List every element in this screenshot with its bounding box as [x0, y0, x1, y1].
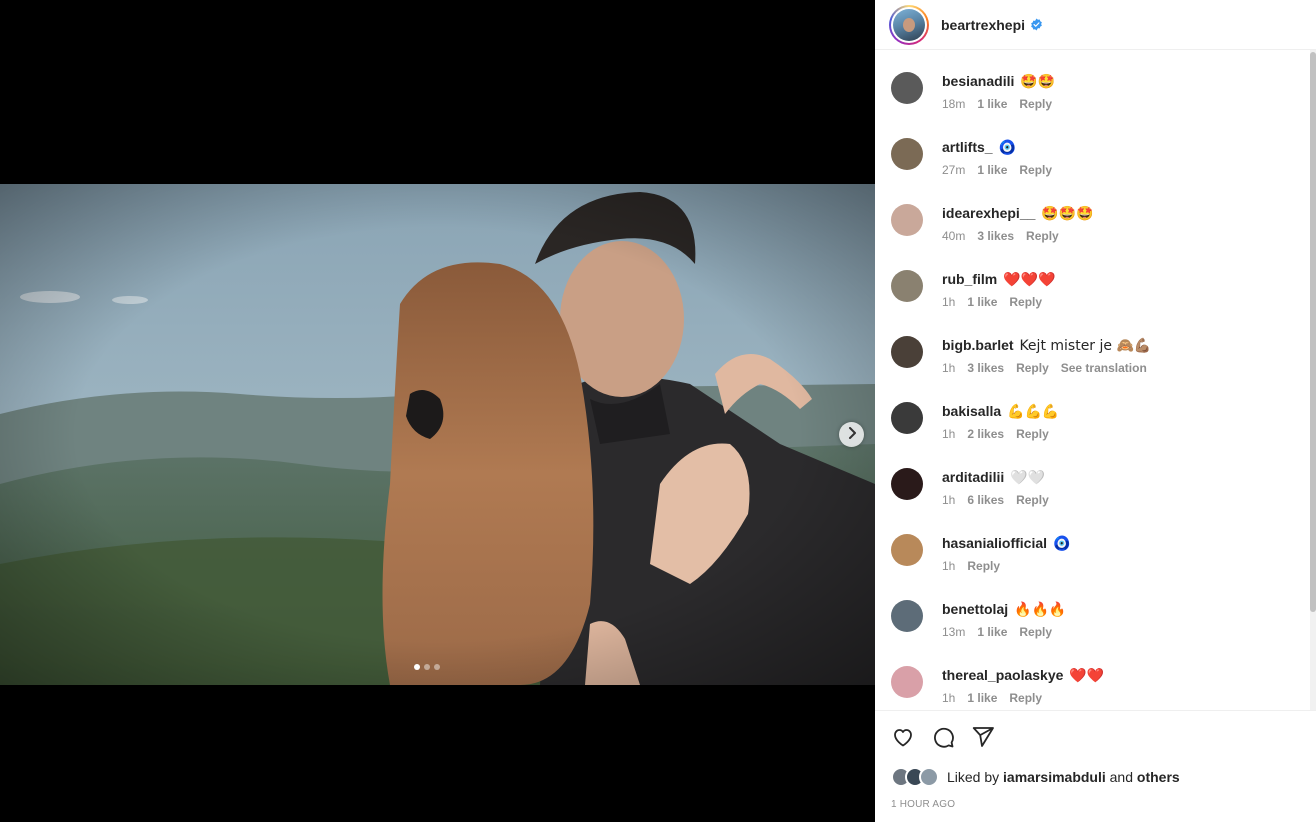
comment-row: hasanialiofficial 🧿 1h Reply	[891, 534, 1301, 594]
comment-time[interactable]: 1h	[942, 361, 955, 375]
reply-button[interactable]: Reply	[1019, 97, 1052, 111]
comment-speech-bubble-icon[interactable]	[931, 725, 955, 749]
comment-text: ❤️❤️❤️	[1003, 272, 1056, 288]
commenter-username[interactable]: bakisalla	[942, 403, 1001, 419]
commenter-username[interactable]: arditadilii	[942, 469, 1004, 485]
commenter-username[interactable]: bigb.barlet	[942, 337, 1014, 353]
reply-button[interactable]: Reply	[1009, 295, 1042, 309]
carousel-dot	[414, 664, 420, 670]
comment-likes[interactable]: 1 like	[977, 163, 1007, 177]
comment-time[interactable]: 27m	[942, 163, 965, 177]
commenter-avatar[interactable]	[891, 270, 923, 302]
verified-badge-icon	[1030, 18, 1043, 31]
commenter-avatar[interactable]	[891, 138, 923, 170]
comment-likes[interactable]: 3 likes	[967, 361, 1004, 375]
commenter-avatar[interactable]	[891, 468, 923, 500]
commenter-avatar[interactable]	[891, 402, 923, 434]
post-media-panel	[0, 0, 875, 822]
comment-text: 🤍🤍	[1010, 470, 1045, 486]
commenter-avatar[interactable]	[891, 336, 923, 368]
comment-likes[interactable]: 1 like	[967, 691, 997, 705]
post-header: beartrexhepi	[875, 0, 1316, 50]
commenter-avatar[interactable]	[891, 666, 923, 698]
author-avatar[interactable]	[889, 4, 929, 45]
comment-row: idearexhepi__ 🤩🤩🤩 40m 3 likes Reply	[891, 204, 1301, 264]
comment-time[interactable]: 1h	[942, 427, 955, 441]
comment-row: artlifts_ 🧿 27m 1 like Reply	[891, 138, 1301, 198]
carousel-indicator	[414, 664, 440, 670]
commenter-avatar[interactable]	[891, 534, 923, 566]
commenter-username[interactable]: besianadili	[942, 73, 1014, 89]
comment-likes[interactable]: 2 likes	[967, 427, 1004, 441]
comment-row: bakisalla 💪💪💪 1h 2 likes Reply	[891, 402, 1301, 462]
commenter-username[interactable]: idearexhepi__	[942, 205, 1035, 221]
comment-time[interactable]: 13m	[942, 625, 965, 639]
comment-row: rub_film ❤️❤️❤️ 1h 1 like Reply	[891, 270, 1301, 330]
comment-time[interactable]: 18m	[942, 97, 965, 111]
comment-text: 🤩🤩🤩	[1041, 206, 1094, 222]
carousel-next-button[interactable]	[839, 422, 864, 447]
comment-likes[interactable]: 3 likes	[977, 229, 1014, 243]
commenter-username[interactable]: artlifts_	[942, 139, 993, 155]
commenter-avatar[interactable]	[891, 72, 923, 104]
comments-scrollbar-thumb[interactable]	[1310, 52, 1316, 612]
reply-button[interactable]: Reply	[1016, 427, 1049, 441]
comment-text: 💪💪💪	[1007, 404, 1060, 420]
comment-row: thereal_paolaskye ❤️❤️ 1h 1 like Reply	[891, 666, 1301, 710]
comment-likes[interactable]: 1 like	[977, 97, 1007, 111]
carousel-dot	[424, 664, 430, 670]
reply-button[interactable]: Reply	[1026, 229, 1059, 243]
commenter-username[interactable]: thereal_paolaskye	[942, 667, 1063, 683]
comment-time[interactable]: 1h	[942, 493, 955, 507]
liked-by-others[interactable]: others	[1137, 769, 1180, 785]
liked-by-and: and	[1109, 769, 1133, 785]
reply-button[interactable]: Reply	[1016, 493, 1049, 507]
chevron-right-icon	[847, 426, 857, 444]
comment-time[interactable]: 1h	[942, 295, 955, 309]
comment-likes[interactable]: 1 like	[977, 625, 1007, 639]
comment-row: arditadilii 🤍🤍 1h 6 likes Reply	[891, 468, 1301, 528]
comment-time[interactable]: 40m	[942, 229, 965, 243]
liked-by-prefix: Liked by	[947, 769, 1000, 785]
see-translation-button[interactable]: See translation	[1061, 361, 1147, 375]
reply-button[interactable]: Reply	[1016, 361, 1049, 375]
comment-text: 🔥🔥🔥	[1014, 602, 1067, 618]
liker-avatars[interactable]	[891, 767, 939, 787]
photo-illustration	[0, 184, 875, 685]
comment-time[interactable]: 1h	[942, 559, 955, 573]
comment-row: bigb.barlet Kejt mister je 🙈💪🏽 1h 3 likes R…	[891, 336, 1301, 396]
comment-row: benettolaj 🔥🔥🔥 13m 1 like Reply	[891, 600, 1301, 660]
reply-button[interactable]: Reply	[1019, 625, 1052, 639]
carousel-dot	[434, 664, 440, 670]
commenter-username[interactable]: hasanialiofficial	[942, 535, 1047, 551]
commenter-avatar[interactable]	[891, 600, 923, 632]
comment-text: 🧿	[1052, 536, 1071, 552]
like-heart-icon[interactable]	[891, 725, 915, 749]
comment-text: ❤️❤️	[1069, 668, 1105, 684]
reply-button[interactable]: Reply	[1009, 691, 1042, 705]
comment-likes[interactable]: 6 likes	[967, 493, 1004, 507]
commenter-avatar[interactable]	[891, 204, 923, 236]
comment-time[interactable]: 1h	[942, 691, 955, 705]
comments-list[interactable]: besianadili 🤩🤩 18m 1 like Reply artlifts_ 🧿 2…	[875, 50, 1316, 710]
comment-row: besianadili 🤩🤩 18m 1 like Reply	[891, 72, 1301, 132]
liked-by-line: Liked by iamarsimabduli and others	[891, 767, 1180, 787]
reply-button[interactable]: Reply	[967, 559, 1000, 573]
post-photo[interactable]	[0, 184, 875, 685]
comment-text: 🤩🤩	[1020, 74, 1056, 90]
commenter-username[interactable]: benettolaj	[942, 601, 1008, 617]
author-username[interactable]: beartrexhepi	[941, 17, 1025, 33]
comment-text: 🧿	[998, 140, 1016, 156]
reply-button[interactable]: Reply	[1019, 163, 1052, 177]
comment-likes[interactable]: 1 like	[967, 295, 997, 309]
post-details-panel: beartrexhepi besianadili 🤩🤩 18m 1 like Repl…	[875, 0, 1316, 822]
comment-text: Kejt mister je 🙈💪🏽	[1019, 338, 1152, 354]
liked-by-user[interactable]: iamarsimabduli	[1003, 769, 1106, 785]
post-actions: Liked by iamarsimabduli and others 1 HOU…	[875, 710, 1316, 822]
post-timestamp[interactable]: 1 HOUR AGO	[891, 799, 955, 810]
commenter-username[interactable]: rub_film	[942, 271, 997, 287]
share-paper-plane-icon[interactable]	[971, 725, 995, 749]
